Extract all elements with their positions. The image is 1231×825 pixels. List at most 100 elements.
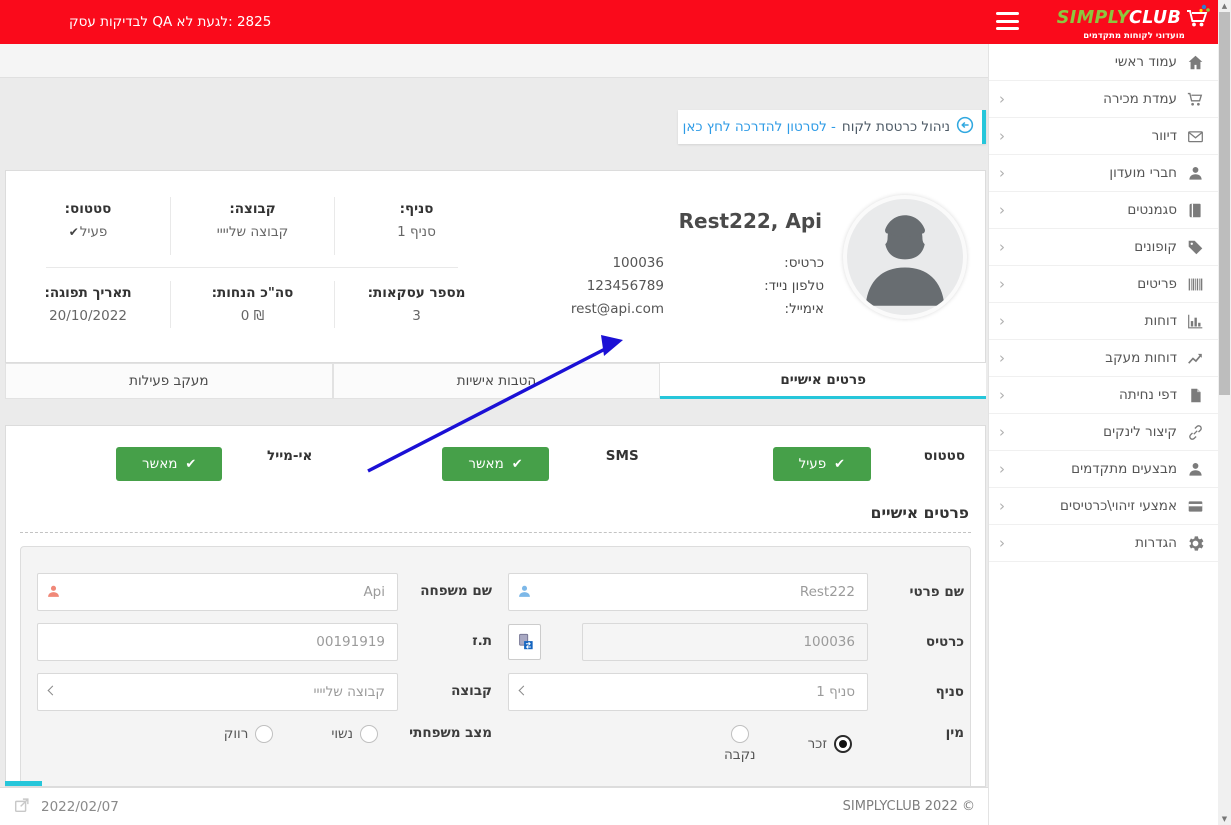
- tab-activity-log[interactable]: מעקב פעילות: [5, 363, 333, 399]
- sidebar-item-tracking-reports[interactable]: דוחות מעקב ‹: [989, 340, 1218, 377]
- id-number-field[interactable]: [37, 623, 398, 661]
- marital-status-label: מצב משפחתי: [398, 725, 508, 743]
- logo-text: SIMPLYCLUB: [1057, 8, 1181, 28]
- chevron-left-icon: ‹: [999, 388, 1005, 403]
- status-active-button[interactable]: ✔פעיל: [773, 447, 871, 481]
- customer-card: Rest222, Api כרטיס: 100036 טלפון נייד: 1…: [5, 170, 986, 363]
- scroll-up-icon[interactable]: ▲: [1218, 2, 1231, 10]
- copyright: SIMPLYCLUB 2022 ©: [843, 799, 975, 814]
- sidebar-item-members[interactable]: חברי מועדון ‹: [989, 155, 1218, 192]
- vertical-scrollbar[interactable]: ▲ ▼: [1218, 0, 1231, 825]
- detail-discounts: סה"כ הנחות: 0 ₪: [170, 281, 334, 328]
- footer-date: 2022/02/07: [41, 799, 119, 815]
- check-icon: ✔: [834, 457, 845, 472]
- card-sync-button[interactable]: [508, 624, 541, 660]
- detail-status: סטטוס: פעיל✔: [6, 197, 170, 255]
- sidebar: עמוד ראשי עמדת מכירה ‹ דיוור ‹ חברי מועד…: [988, 44, 1218, 825]
- divider: [20, 532, 971, 533]
- sms-label: SMS: [606, 448, 639, 464]
- consent-email: אי-מייל ✔מאשר: [6, 438, 332, 490]
- check-icon: ✔: [185, 457, 196, 472]
- last-name-label: שם משפחה: [398, 583, 508, 601]
- chevron-left-icon: ‹: [999, 351, 1005, 366]
- sidebar-item-reports[interactable]: דוחות ‹: [989, 303, 1218, 340]
- check-icon: ✔: [512, 457, 523, 472]
- line-chart-icon: [1186, 349, 1204, 367]
- sms-approve-button[interactable]: ✔מאשר: [442, 447, 548, 481]
- envelope-icon: [1186, 127, 1204, 145]
- gender-label: מין: [868, 725, 964, 742]
- sidebar-item-segments[interactable]: סגמנטים ‹: [989, 192, 1218, 229]
- sidebar-item-landing-pages[interactable]: דפי נחיתה ‹: [989, 377, 1218, 414]
- segments-icon: [1186, 201, 1204, 219]
- section-title: פרטים אישיים: [22, 504, 969, 522]
- external-link-icon[interactable]: [13, 796, 31, 818]
- email-value: rest@api.com: [571, 301, 664, 317]
- page-icon: [1186, 386, 1204, 404]
- sidebar-item-short-links[interactable]: קיצור לינקים ‹: [989, 414, 1218, 451]
- chevron-left-icon: ‹: [999, 277, 1005, 292]
- radio-female-label: נקבה: [724, 747, 756, 763]
- mobile-label: טלפון נייד:: [764, 278, 824, 294]
- radio-single[interactable]: [255, 725, 273, 743]
- person-icon: [1186, 460, 1204, 478]
- barcode-icon: [1186, 275, 1204, 293]
- person-icon: [517, 584, 532, 599]
- sidebar-item-id-cards[interactable]: אמצעי זיהוי\כרטיסים ‹: [989, 488, 1218, 525]
- chevron-left-icon: ‹: [999, 462, 1005, 477]
- radio-married[interactable]: [360, 725, 378, 743]
- status-label: סטטוס: [924, 448, 965, 464]
- tab-personal-details[interactable]: פרטים אישיים: [660, 363, 986, 399]
- cart-icon: [1186, 90, 1204, 108]
- consent-sms: SMS ✔מאשר: [332, 438, 658, 490]
- tutorial-video-link[interactable]: - לסרטון להדרכה לחץ כאן: [683, 119, 836, 135]
- scrollbar-thumb[interactable]: [1219, 12, 1230, 395]
- credit-card-icon: [1186, 497, 1204, 515]
- last-name-field[interactable]: [37, 573, 398, 611]
- detail-branch: סניף: סניף 1: [334, 197, 498, 255]
- detail-group: קבוצה: קבוצה שליייי: [170, 197, 334, 255]
- sidebar-item-items[interactable]: פריטים ‹: [989, 266, 1218, 303]
- hamburger-menu-icon[interactable]: [996, 12, 1019, 31]
- card-number-field[interactable]: [582, 623, 868, 661]
- email-label: אימייל:: [785, 301, 824, 317]
- page-header-box[interactable]: ניהול כרטסת לקוח - לסרטון להדרכה לחץ כאן: [678, 110, 986, 144]
- sidebar-item-coupons[interactable]: קופונים ‹: [989, 229, 1218, 266]
- chevron-left-icon: ‹: [999, 240, 1005, 255]
- brand-logo[interactable]: SIMPLYCLUB מועדוני לקוחות מתקדמים: [1058, 3, 1210, 41]
- tab-bar: פרטים אישיים הטבות אישיות מעקב פעילות: [5, 363, 986, 399]
- customer-name: Rest222, Api: [679, 209, 822, 233]
- chevron-left-icon: ‹: [999, 536, 1005, 551]
- chevron-left-icon: ‹: [999, 92, 1005, 107]
- main-area: ניהול כרטסת לקוח - לסרטון להדרכה לחץ כאן…: [0, 44, 988, 825]
- first-name-field[interactable]: [508, 573, 868, 611]
- group-select[interactable]: קבוצה שליייי: [37, 673, 398, 711]
- bar-chart-icon: [1186, 312, 1204, 330]
- sub-toolbar: [0, 44, 988, 78]
- home-icon: [1186, 53, 1204, 71]
- consent-row: סטטוס ✔פעיל SMS ✔מאשר אי-מייל: [6, 438, 985, 490]
- group-label: קבוצה: [398, 683, 508, 701]
- email-approve-button[interactable]: ✔מאשר: [116, 447, 222, 481]
- sidebar-item-settings[interactable]: הגדרות ‹: [989, 525, 1218, 562]
- footer: SIMPLYCLUB 2022 © 2022/02/07: [0, 787, 988, 825]
- sidebar-item-advanced-promotions[interactable]: מבצעים מתקדמים ‹: [989, 451, 1218, 488]
- mobile-value: 123456789: [587, 278, 664, 294]
- radio-married-label: נשוי: [331, 726, 353, 742]
- divider: [46, 267, 458, 268]
- radio-male[interactable]: [834, 735, 852, 753]
- radio-female[interactable]: [731, 725, 749, 743]
- sidebar-item-home[interactable]: עמוד ראשי: [989, 44, 1218, 81]
- avatar: [843, 195, 967, 319]
- detail-transactions: מספר עסקאות: 3: [334, 281, 498, 328]
- chevron-left-icon: ‹: [999, 425, 1005, 440]
- tab-personal-benefits[interactable]: הטבות אישיות: [333, 363, 661, 399]
- branch-select[interactable]: סניף 1: [508, 673, 868, 711]
- sidebar-item-pos[interactable]: עמדת מכירה ‹: [989, 81, 1218, 118]
- personal-details-form: שם פרטי שם משפחה כרטיס: [20, 546, 971, 787]
- chevron-left-icon: ‹: [999, 166, 1005, 181]
- customer-details-grid: סניף: סניף 1 קבוצה: קבוצה שליייי סטטוס: …: [6, 171, 498, 362]
- scroll-down-icon[interactable]: ▼: [1218, 815, 1231, 823]
- sidebar-item-mailing[interactable]: דיוור ‹: [989, 118, 1218, 155]
- chevron-left-icon: ‹: [999, 203, 1005, 218]
